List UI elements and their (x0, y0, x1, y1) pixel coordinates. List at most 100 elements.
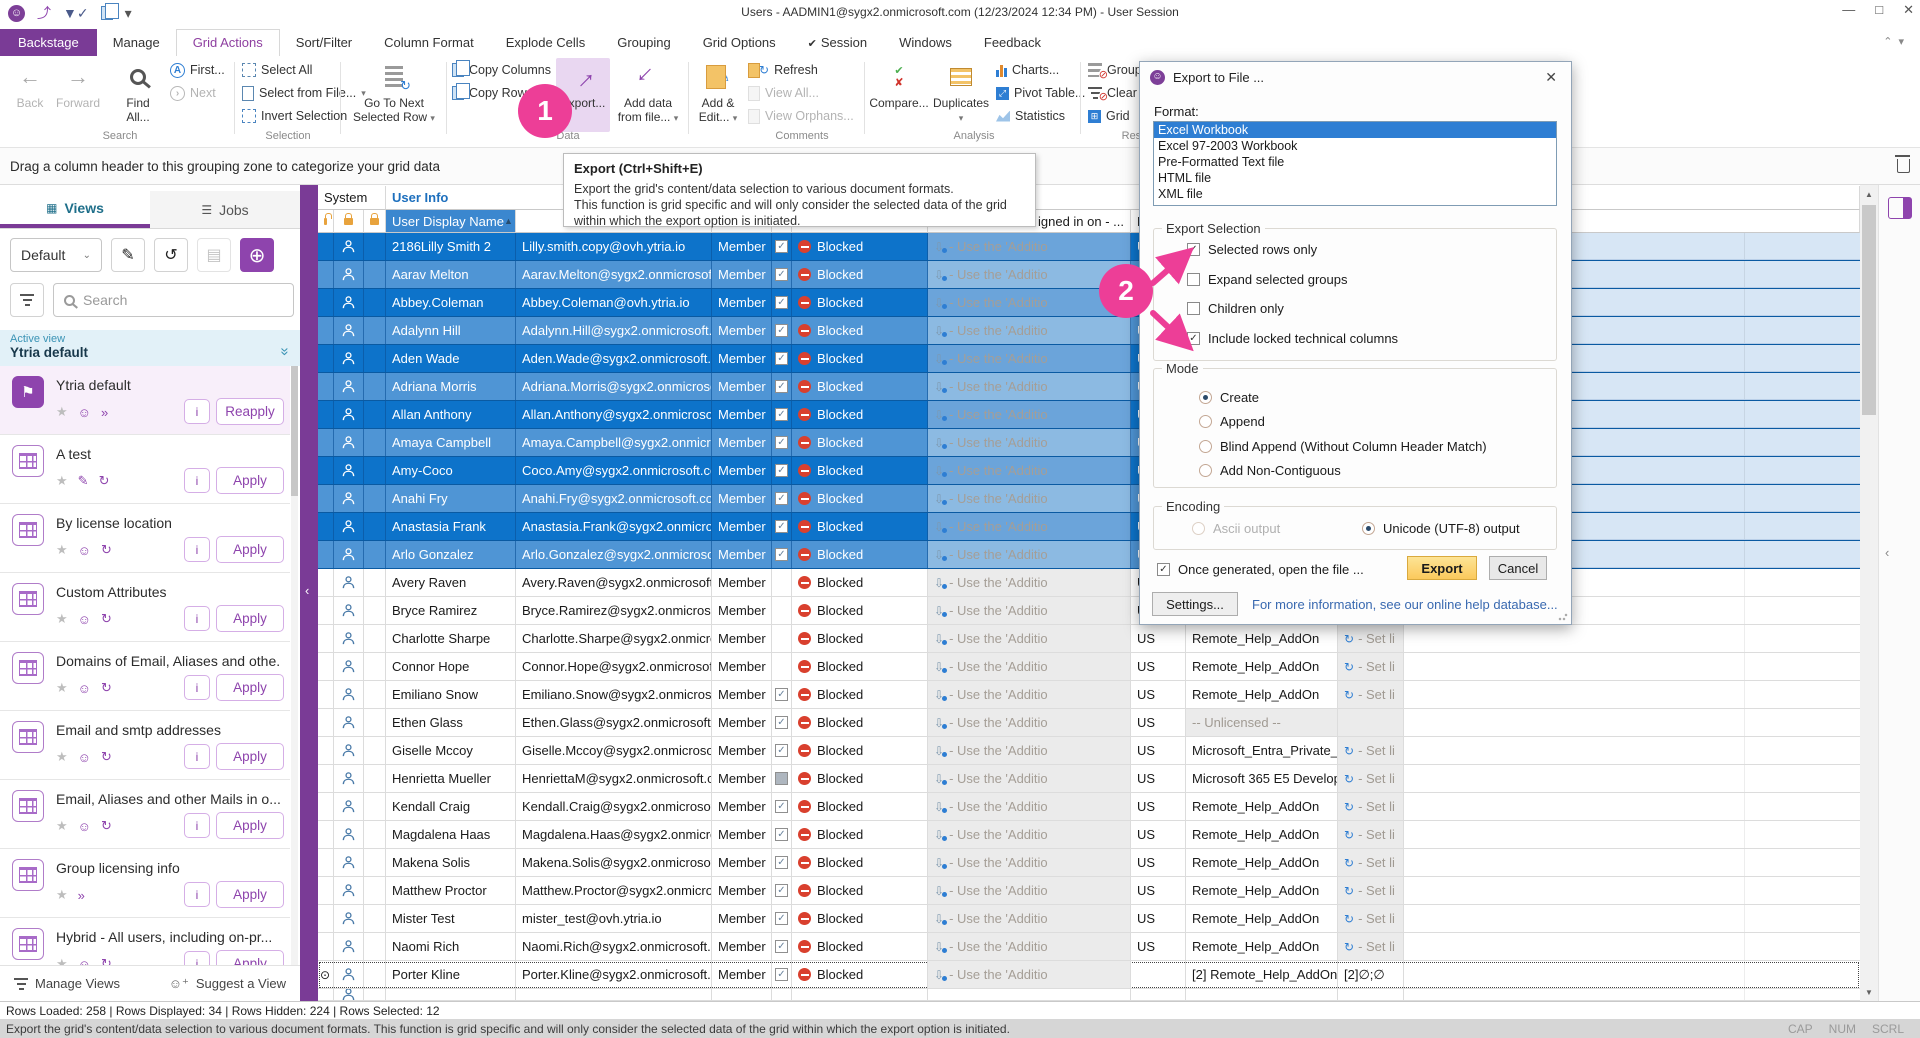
row-checkbox-cell[interactable]: ✓ (772, 905, 792, 932)
view-info-button[interactable]: i (184, 813, 210, 838)
table-row[interactable]: Amy-CocoCoco.Amy@sygx2.onmicrosoft.comMe… (318, 457, 1860, 485)
scroll-up-icon[interactable]: ▲ (1860, 185, 1878, 203)
view-info-button[interactable]: i (184, 399, 210, 424)
radio-option[interactable]: Ascii output (1192, 521, 1280, 536)
tab-grid-actions[interactable]: Grid Actions (176, 29, 280, 56)
table-row[interactable]: 2186Lilly Smith 2Lilly.smith.copy@ovh.yt… (318, 233, 1860, 261)
table-row[interactable]: Arlo GonzalezArlo.Gonzalez@sygx2.onmicro… (318, 541, 1860, 569)
add-edit-button[interactable]: ✎ Add & Edit... ▾ (694, 58, 742, 130)
cancel-button[interactable]: Cancel (1489, 556, 1547, 580)
format-option[interactable]: XML file (1154, 186, 1556, 202)
row-checkbox-cell[interactable]: ✓ (772, 261, 792, 288)
table-row[interactable]: ⊙Porter KlinePorter.Kline@sygx2.onmicros… (318, 961, 1860, 989)
tab-column-format[interactable]: Column Format (368, 30, 490, 56)
apply-view-button[interactable]: Apply (216, 950, 284, 965)
view-info-button[interactable]: i (184, 675, 210, 700)
table-row[interactable]: Anahi FryAnahi.Fry@sygx2.onmicrosoft.com… (318, 485, 1860, 513)
add-data-from-file-button[interactable]: → Add data from file... ▾ (612, 58, 684, 130)
table-row[interactable]: Adriana MorrisAdriana.Morris@sygx2.onmic… (318, 373, 1860, 401)
apply-view-button[interactable]: Apply (216, 467, 284, 494)
tab-windows[interactable]: Windows (883, 30, 968, 56)
suggest-view-link[interactable]: ☺⁺ Suggest a View (169, 976, 286, 992)
reapply-view-button[interactable]: Reapply (216, 398, 284, 425)
tab-explode-cells[interactable]: Explode Cells (490, 30, 602, 56)
charts-button[interactable]: Charts... (996, 60, 1085, 80)
header-lock[interactable] (318, 210, 334, 233)
header-lock[interactable] (334, 210, 364, 233)
table-row[interactable]: Matthew ProctorMatthew.Proctor@sygx2.onm… (318, 877, 1860, 905)
back-button[interactable]: ← Back (8, 58, 52, 130)
row-checkbox-cell[interactable]: ✓ (772, 513, 792, 540)
view-card[interactable]: Email and smtp addresses★☺↻iApply (0, 711, 290, 780)
table-row[interactable]: Magdalena HaasMagdalena.Haas@sygx2.onmic… (318, 821, 1860, 849)
compare-button[interactable]: ✔✘ Compare... (870, 58, 928, 130)
row-checkbox-cell[interactable]: ✓ (772, 849, 792, 876)
row-checkbox-cell[interactable]: ✓ (772, 877, 792, 904)
apply-view-button[interactable]: Apply (216, 881, 284, 908)
view-card[interactable]: Group licensing info★»iApply (0, 849, 290, 918)
dialog-title-bar[interactable]: ☺ Export to File ... ✕ (1140, 62, 1571, 92)
view-info-button[interactable]: i (184, 468, 210, 493)
row-checkbox-cell[interactable]: ✓ (772, 289, 792, 316)
row-checkbox-cell[interactable]: ✓ (772, 821, 792, 848)
table-row[interactable]: Amaya CampbellAmaya.Campbell@sygx2.onmic… (318, 429, 1860, 457)
format-option[interactable]: HTML file (1154, 170, 1556, 186)
apply-view-button[interactable]: Apply (216, 536, 284, 563)
apply-view-button[interactable]: Apply (216, 812, 284, 839)
grid-vertical-scrollbar[interactable]: ▲ ▼ (1860, 185, 1878, 1001)
row-checkbox-cell[interactable]: ✓ (772, 457, 792, 484)
row-checkbox-cell[interactable]: ✓ (772, 345, 792, 372)
find-next-button[interactable]: › Next (170, 83, 225, 103)
row-checkbox-cell[interactable] (772, 653, 792, 680)
edit-view-button[interactable]: ✎ (111, 238, 145, 272)
format-option[interactable]: Excel Workbook (1154, 122, 1556, 138)
view-orphans-button[interactable]: View Orphans... (748, 106, 854, 126)
table-row[interactable]: Ethen GlassEthen.Glass@sygx2.onmicrosoft… (318, 709, 1860, 737)
find-first-button[interactable]: A First... (170, 60, 225, 80)
row-checkbox-cell[interactable] (772, 625, 792, 652)
minimize-button[interactable]: — (1842, 2, 1855, 18)
format-option[interactable]: Excel 97-2003 Workbook (1154, 138, 1556, 154)
row-checkbox-cell[interactable]: ✓ (772, 961, 792, 988)
tab-sort-filter[interactable]: Sort/Filter (280, 30, 368, 56)
radio-option[interactable]: Append (1199, 414, 1265, 429)
close-button[interactable]: ✕ (1903, 2, 1914, 18)
row-checkbox-cell[interactable]: ✓ (772, 793, 792, 820)
table-row[interactable]: Emiliano SnowEmiliano.Snow@sygx2.onmicro… (318, 681, 1860, 709)
view-card[interactable]: ⚑Ytria default★☺»iReapply (0, 366, 290, 435)
find-all-button[interactable]: Find All... (112, 58, 164, 130)
dialog-close-icon[interactable]: ✕ (1541, 69, 1561, 86)
panel-toggle-icon[interactable] (1888, 197, 1912, 219)
table-row[interactable]: Charlotte SharpeCharlotte.Sharpe@sygx2.o… (318, 625, 1860, 653)
header-system[interactable]: System (318, 186, 386, 210)
view-card[interactable]: Hybrid - All users, including on-pr...★☺… (0, 918, 290, 965)
table-row[interactable]: Makena SolisMakena.Solis@sygx2.onmicroso… (318, 849, 1860, 877)
save-view-button[interactable]: ▤ (197, 238, 231, 272)
preset-dropdown[interactable]: Default⌄ (10, 238, 102, 272)
view-info-button[interactable]: i (184, 951, 210, 965)
view-card[interactable]: Custom Attributes★☺↻iApply (0, 573, 290, 642)
row-checkbox-cell[interactable]: ✓ (772, 233, 792, 260)
apply-view-button[interactable]: Apply (216, 743, 284, 770)
row-checkbox-cell[interactable]: ✓ (772, 317, 792, 344)
row-checkbox-cell[interactable]: ✓ (772, 401, 792, 428)
table-row[interactable]: Bryce RamirezBryce.Ramirez@sygx2.onmicro… (318, 597, 1860, 625)
table-row[interactable]: Aden WadeAden.Wade@sygx2.onmicrosoft.com… (318, 345, 1860, 373)
manage-views-link[interactable]: Manage Views (14, 976, 120, 991)
tab-backstage[interactable]: Backstage (0, 29, 97, 56)
search-input[interactable]: Search (53, 283, 294, 317)
row-checkbox-cell[interactable] (772, 569, 792, 596)
checkbox-option[interactable]: ✓Include locked technical columns (1187, 331, 1398, 346)
add-view-button[interactable]: ⊕ (240, 238, 274, 272)
export-confirm-button[interactable]: Export (1407, 556, 1477, 580)
format-option[interactable]: Pre-Formatted Text file (1154, 154, 1556, 170)
tab-grid-options[interactable]: Grid Options (687, 30, 792, 56)
sidebar-collapse-strip[interactable]: ‹ (300, 185, 318, 1001)
row-checkbox-cell[interactable] (772, 597, 792, 624)
apply-view-button[interactable]: Apply (216, 605, 284, 632)
view-card[interactable]: By license location★☺↻iApply (0, 504, 290, 573)
view-card[interactable]: Domains of Email, Aliases and othe...★☺↻… (0, 642, 290, 711)
settings-button[interactable]: Settings... (1152, 592, 1238, 616)
format-listbox[interactable]: Excel WorkbookExcel 97-2003 WorkbookPre-… (1153, 121, 1557, 206)
row-checkbox-cell[interactable]: ✓ (772, 485, 792, 512)
